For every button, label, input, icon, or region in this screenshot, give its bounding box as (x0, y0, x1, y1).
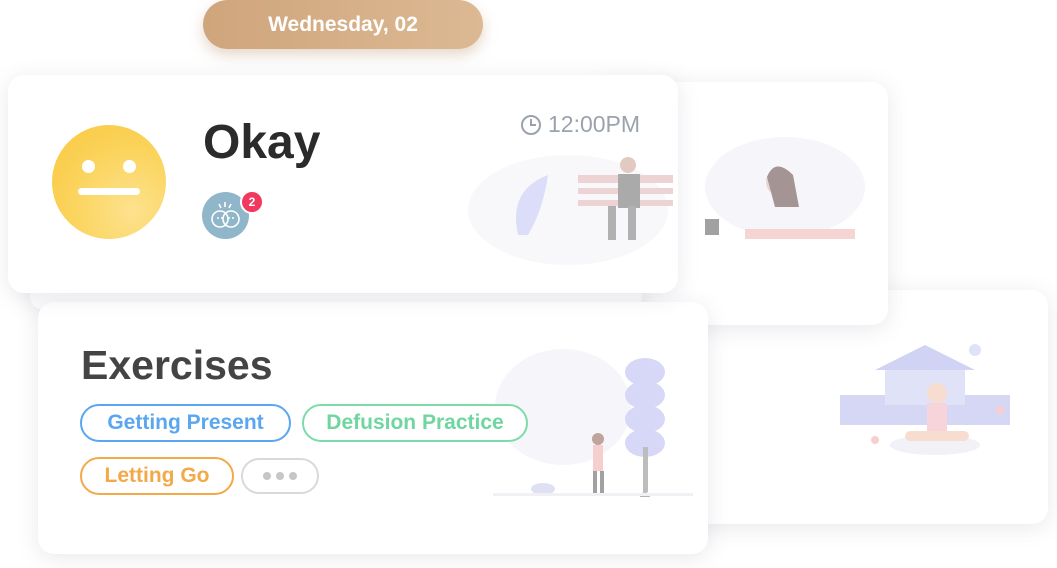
mood-label: Okay (203, 116, 321, 169)
date-label: Wednesday, 02 (268, 12, 418, 36)
more-tags-button[interactable] (241, 458, 319, 494)
tag-getting-present[interactable]: Getting Present (80, 404, 291, 442)
tag-label: Defusion Practice (326, 411, 504, 434)
face-eye (82, 160, 95, 173)
tag-label: Getting Present (107, 411, 264, 434)
time-display: 12:00PM (520, 111, 640, 138)
more-dots-icon (289, 472, 297, 480)
bench-illustration (468, 155, 673, 265)
more-dots-icon (263, 472, 271, 480)
face-mouth (78, 188, 140, 195)
neutral-face-icon (52, 125, 166, 239)
date-pill[interactable]: Wednesday, 02 (203, 0, 483, 49)
more-dots-icon (276, 472, 284, 480)
tag-label: Letting Go (104, 464, 210, 487)
tag-letting-go[interactable]: Letting Go (80, 457, 234, 495)
meditation-card[interactable] (690, 290, 1048, 524)
exercises-title: Exercises (81, 342, 273, 388)
tag-defusion-practice[interactable]: Defusion Practice (302, 404, 528, 442)
clock-icon (521, 114, 541, 135)
meditation-illustration (840, 344, 1010, 455)
face-eye (123, 160, 136, 173)
writing-illustration (705, 137, 865, 239)
notification-badge: 2 (240, 190, 264, 214)
exercises-card[interactable]: Exercises Getting Present Defusion Pract… (38, 302, 708, 554)
time-text: 12:00PM (548, 111, 641, 137)
mood-card[interactable]: Okay 2 12:00PM (8, 75, 678, 293)
